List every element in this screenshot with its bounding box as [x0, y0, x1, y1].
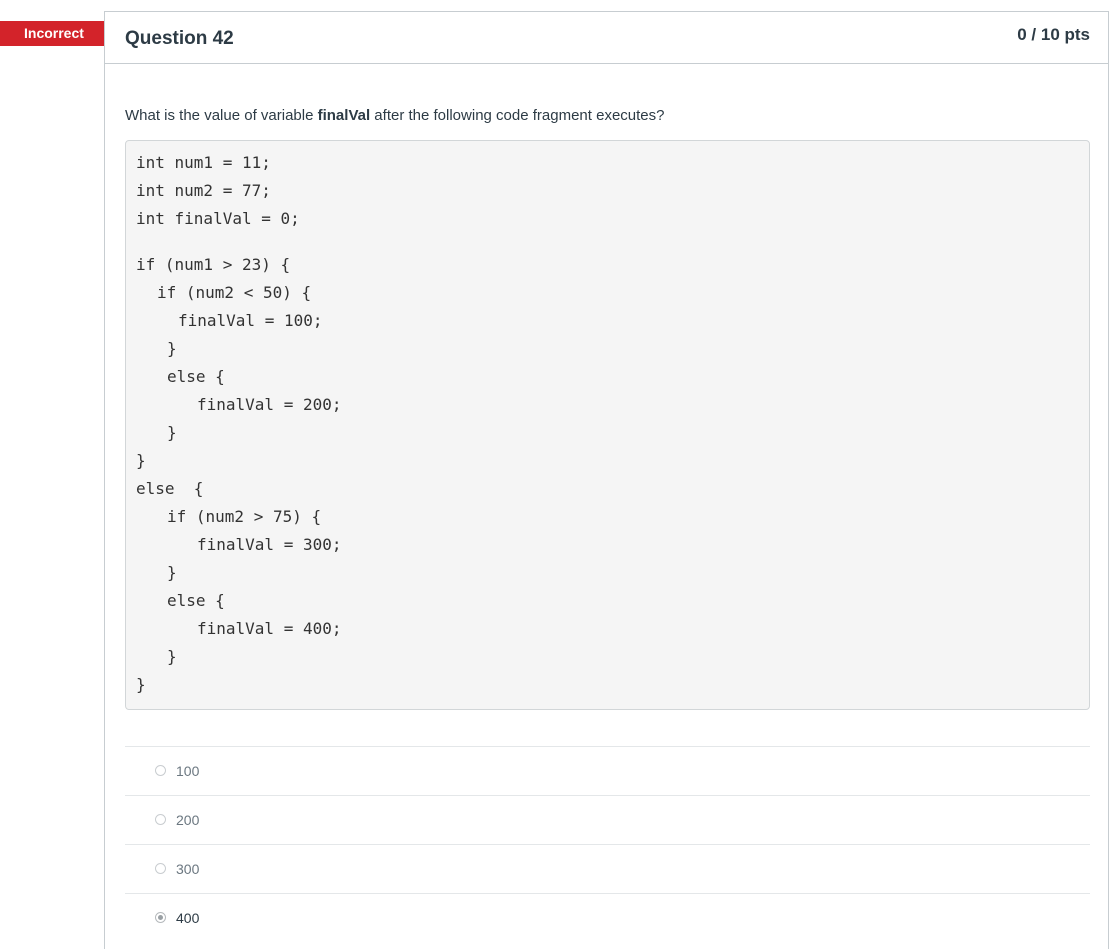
question-points: 0 / 10 pts	[1017, 25, 1090, 44]
radio-button-selected[interactable]	[155, 912, 166, 923]
answer-label: 300	[176, 861, 200, 877]
code-line: if (num1 > 23) {	[136, 255, 291, 274]
code-line: }	[167, 647, 177, 666]
code-line: else {	[167, 367, 225, 386]
answer-label: 200	[176, 812, 200, 828]
code-line: finalVal = 300;	[197, 535, 342, 554]
answer-label: 400	[176, 910, 200, 926]
code-line: }	[136, 675, 146, 694]
code-block: int num1 = 11; int num2 = 77; int finalV…	[125, 140, 1090, 710]
incorrect-flag: Incorrect	[0, 21, 120, 46]
question-text-before: What is the value of variable	[125, 107, 318, 124]
code-line: }	[167, 423, 177, 442]
code-line: finalVal = 100;	[178, 311, 323, 330]
code-line: }	[167, 339, 177, 358]
question-text-after: after the following code fragment execut…	[370, 107, 665, 124]
code-line: finalVal = 200;	[197, 395, 342, 414]
answer-divider	[125, 795, 1090, 796]
code-line: }	[167, 563, 177, 582]
flag-label: Incorrect	[24, 25, 84, 41]
question-text-variable: finalVal	[317, 107, 371, 124]
question-header: Question 42 0 / 10 pts	[105, 12, 1108, 64]
radio-button[interactable]	[155, 814, 166, 825]
code-line: if (num2 < 50) {	[157, 283, 312, 302]
answer-label: 100	[176, 763, 200, 779]
code-line: finalVal = 400;	[197, 619, 342, 638]
code-line: else {	[136, 479, 204, 498]
code-line: int num1 = 11;	[136, 153, 271, 172]
answer-divider	[125, 746, 1090, 747]
radio-button[interactable]	[155, 765, 166, 776]
answer-divider	[125, 893, 1090, 894]
question-text: What is the value of variable finalVal a…	[125, 107, 664, 125]
radio-button[interactable]	[155, 863, 166, 874]
question-card: Question 42 0 / 10 pts What is the value…	[104, 11, 1109, 949]
code-line: int num2 = 77;	[136, 181, 271, 200]
code-line: if (num2 > 75) {	[167, 507, 322, 526]
code-line: else {	[167, 591, 225, 610]
code-line: }	[136, 451, 146, 470]
question-title: Question 42	[125, 28, 234, 49]
code-line: int finalVal = 0;	[136, 209, 300, 228]
answer-divider	[125, 844, 1090, 845]
